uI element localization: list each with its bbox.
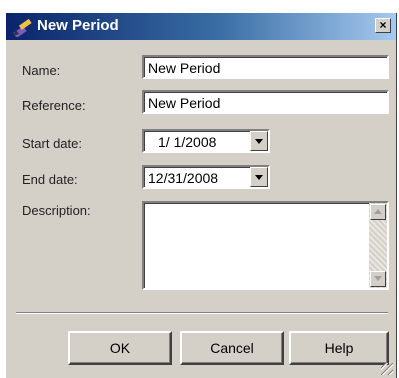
separator: [16, 312, 388, 314]
dialog-title: New Period: [37, 17, 119, 34]
end-date-picker[interactable]: 12/31/2008: [142, 165, 270, 189]
description-scrollbar[interactable]: [369, 203, 387, 288]
description-field[interactable]: [142, 201, 389, 290]
close-button[interactable]: ×: [375, 18, 391, 33]
reference-value: New Period: [148, 95, 221, 111]
name-label: Name:: [22, 63, 61, 78]
resize-grip-icon[interactable]: [381, 363, 393, 375]
scroll-down-icon[interactable]: [370, 271, 386, 287]
name-value: New Period: [148, 60, 221, 76]
description-label: Description:: [22, 203, 91, 218]
ok-button[interactable]: OK: [68, 331, 172, 365]
cancel-button[interactable]: Cancel: [180, 331, 284, 365]
close-icon: ×: [379, 18, 387, 32]
end-date-value: 12/31/2008: [148, 170, 219, 186]
chevron-down-icon[interactable]: [250, 167, 268, 187]
chevron-down-icon[interactable]: [250, 131, 268, 151]
start-date-value: 1/ 1/2008: [158, 134, 217, 150]
scroll-up-icon[interactable]: [370, 204, 386, 220]
title-bar[interactable]: New Period ×: [6, 13, 396, 40]
start-date-picker[interactable]: 1/ 1/2008: [142, 129, 270, 153]
reference-field[interactable]: New Period: [142, 90, 389, 114]
end-date-label: End date:: [22, 172, 78, 187]
new-period-dialog: New Period × Name: New Period Reference:…: [6, 13, 397, 378]
reference-label: Reference:: [22, 98, 86, 113]
start-date-label: Start date:: [22, 136, 82, 151]
help-button[interactable]: Help: [289, 331, 389, 365]
edit-pencil-icon: [13, 18, 32, 37]
name-field[interactable]: New Period: [142, 55, 389, 79]
